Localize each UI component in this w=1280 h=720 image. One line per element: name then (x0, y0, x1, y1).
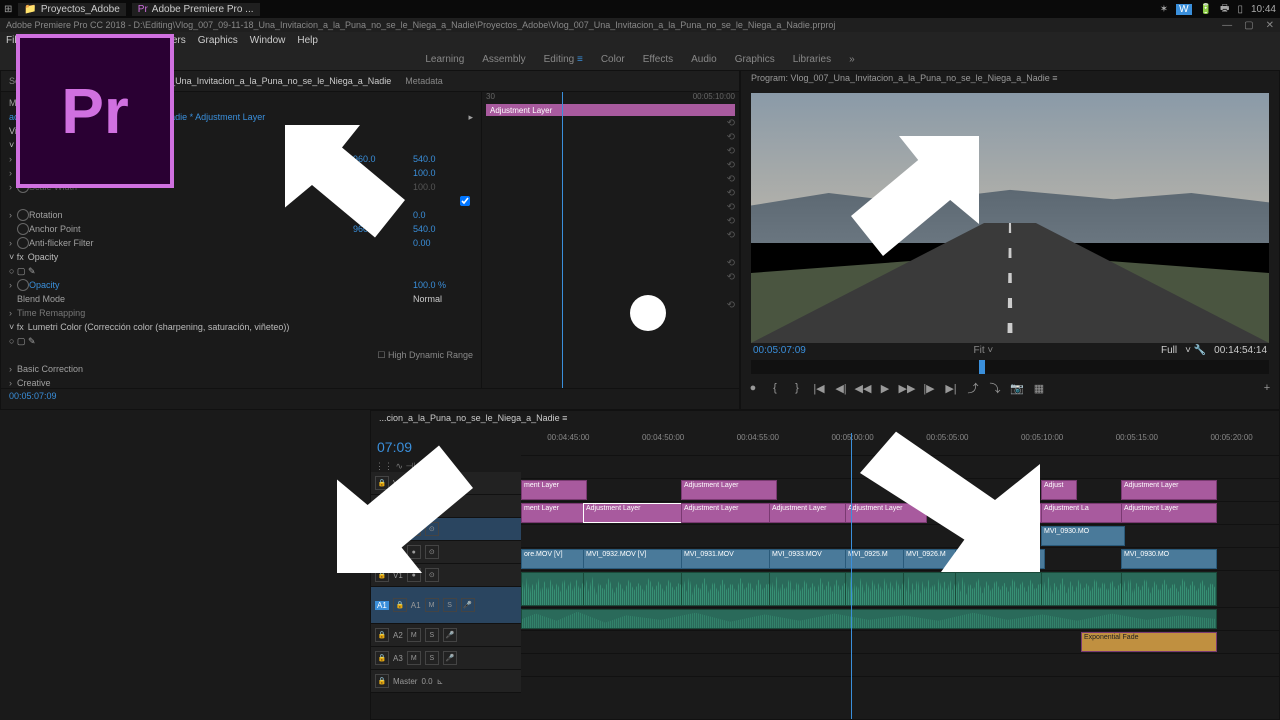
val-opacity[interactable]: 100.0 % (413, 280, 473, 290)
clip-adj[interactable]: Adjustment Layer (681, 503, 773, 523)
ec-clip-bar[interactable]: Adjustment Layer (486, 104, 735, 116)
step-back-button[interactable]: ◀| (833, 380, 849, 396)
minimize-button[interactable]: — (1222, 20, 1232, 31)
play-button[interactable]: ▶ (877, 380, 893, 396)
program-transport: ● { } |◀ ◀| ◀◀ ▶ ▶▶ |▶ ▶| ⤴ ⤵ 📷 ▦ + (741, 376, 1279, 400)
workspace-graphics[interactable]: Graphics (735, 54, 775, 65)
val-blend[interactable]: Normal (413, 294, 473, 304)
prop-opacity: Opacity (29, 280, 413, 290)
clip-adj[interactable]: Adjustment Layer (1121, 480, 1217, 500)
menu-graphics[interactable]: Graphics (198, 35, 238, 46)
ec-creative[interactable]: Creative (17, 378, 473, 388)
app-title: Adobe Premiere Pro CC 2018 - D:\Editing\… (6, 20, 835, 30)
program-scrubber[interactable] (751, 360, 1269, 374)
clip-audio[interactable] (521, 609, 1217, 629)
ec-timecode[interactable]: 00:05:07:09 (1, 388, 739, 409)
clip-audio[interactable] (521, 572, 587, 606)
step-forward-button[interactable]: |▶ (921, 380, 937, 396)
workspace-editing[interactable]: Editing ≡ (544, 54, 583, 65)
mark-in-button[interactable]: { (767, 380, 783, 396)
menu-help[interactable]: Help (297, 35, 318, 46)
mark-out-button[interactable]: } (789, 380, 805, 396)
prop-blend: Blend Mode (17, 294, 413, 304)
premiere-logo-overlay: Pr (16, 34, 174, 188)
os-taskbar: ⊞ 📁 Proyectos_Adobe Pr Adobe Premiere Pr… (0, 0, 1280, 18)
compare-button[interactable]: ▦ (1031, 380, 1047, 396)
dot-overlay (630, 295, 666, 331)
workspace-learning[interactable]: Learning (425, 54, 464, 65)
clip-video[interactable]: ore.MOV [V] (521, 549, 587, 569)
maximize-button[interactable]: ▢ (1244, 20, 1253, 31)
clip-adj[interactable]: Adjustment Layer (681, 480, 777, 500)
clip-video[interactable]: MVI_0931.MOV (681, 549, 773, 569)
tray-printer-icon[interactable]: 🖶 (1220, 1, 1229, 18)
clip-adj-selected[interactable]: Adjustment Layer (583, 503, 685, 523)
workspace-audio[interactable]: Audio (691, 54, 717, 65)
stopwatch-icon[interactable] (17, 223, 29, 235)
clip-adj[interactable]: ment Layer (521, 503, 587, 523)
program-tc-right: 00:14:54:14 (1214, 345, 1267, 356)
stopwatch-icon[interactable] (17, 279, 29, 291)
tray-icon[interactable]: ✶ (1160, 4, 1168, 15)
hdr-checkbox-label[interactable]: High Dynamic Range (388, 350, 473, 360)
workspace-assembly[interactable]: Assembly (482, 54, 525, 65)
program-full[interactable]: Full (1161, 345, 1177, 356)
stopwatch-icon[interactable] (17, 237, 29, 249)
export-frame-button[interactable]: 📷 (1009, 380, 1025, 396)
tray-clock[interactable]: 10:44 (1251, 4, 1276, 15)
timeline-playhead[interactable] (851, 433, 852, 719)
workspace-libraries[interactable]: Libraries (793, 54, 831, 65)
program-tc-left[interactable]: 00:05:07:09 (753, 345, 806, 356)
ec-playhead[interactable] (562, 92, 563, 410)
close-button[interactable]: ✕ (1266, 20, 1274, 31)
go-to-in-button[interactable]: |◀ (811, 380, 827, 396)
workspace-color[interactable]: Color (601, 54, 625, 65)
tray-network-icon[interactable]: ▯ (1237, 4, 1243, 15)
menu-window[interactable]: Window (250, 35, 286, 46)
uniform-scale-checkbox[interactable] (460, 196, 470, 206)
forward-button[interactable]: ▶▶ (899, 380, 915, 396)
clip-fade[interactable]: Exponential Fade (1081, 632, 1217, 652)
taskbar-tab-explorer[interactable]: 📁 Proyectos_Adobe (18, 3, 125, 16)
arrow-overlay-nw (260, 110, 430, 260)
program-fit[interactable]: Fit (974, 345, 985, 356)
menubar: File Edit Clip Sequence Markers Graphics… (0, 32, 1280, 48)
ec-timeremap[interactable]: Time Remapping (17, 308, 473, 318)
tray-battery-icon[interactable]: 🔋 (1200, 4, 1212, 15)
ec-timeline[interactable]: 3000:05:10:00 Adjustment Layer ⟲⟲⟲⟲⟲⟲⟲⟲⟲… (481, 92, 739, 410)
clip-audio[interactable] (681, 572, 773, 606)
workspace-overflow[interactable]: » (849, 54, 855, 65)
stopwatch-icon[interactable] (17, 209, 29, 221)
arrow-overlay-se (820, 410, 1080, 590)
clip-audio[interactable] (1121, 572, 1217, 606)
arrow-overlay-sw (310, 420, 500, 590)
add-marker-button[interactable]: ● (745, 380, 761, 396)
clip-adj[interactable]: Adjustment Layer (1121, 503, 1217, 523)
clip-adj[interactable]: ment Layer (521, 480, 587, 500)
tray-icon-w[interactable]: W (1176, 4, 1191, 15)
clip-video[interactable]: MVI_0932.MOV [V] (583, 549, 685, 569)
rewind-button[interactable]: ◀◀ (855, 380, 871, 396)
tab-metadata[interactable]: Metadata (405, 76, 443, 86)
ec-lumetri[interactable]: ˅ fx Lumetri Color (Corrección color (sh… (9, 322, 473, 332)
clip-audio[interactable] (583, 572, 685, 606)
extract-button[interactable]: ⤵ (987, 380, 1003, 396)
app-titlebar: Adobe Premiere Pro CC 2018 - D:\Editing\… (0, 18, 1280, 32)
program-title: Program: Vlog_007_Una_Invitacion_a_la_Pu… (741, 71, 1279, 93)
button-editor-plus[interactable]: + (1259, 380, 1275, 396)
lift-button[interactable]: ⤴ (965, 380, 981, 396)
workspace-tabs: Learning Assembly Editing ≡ Color Effect… (0, 48, 1280, 70)
clip-video[interactable]: MVI_0930.MO (1121, 549, 1217, 569)
start-button[interactable]: ⊞ (4, 4, 12, 15)
taskbar-tab-premiere[interactable]: Pr Adobe Premiere Pro ... (132, 3, 260, 16)
workspace-effects[interactable]: Effects (643, 54, 673, 65)
go-to-out-button[interactable]: ▶| (943, 380, 959, 396)
arrow-overlay-ne (820, 120, 1010, 280)
ec-basic[interactable]: Basic Correction (17, 364, 473, 374)
